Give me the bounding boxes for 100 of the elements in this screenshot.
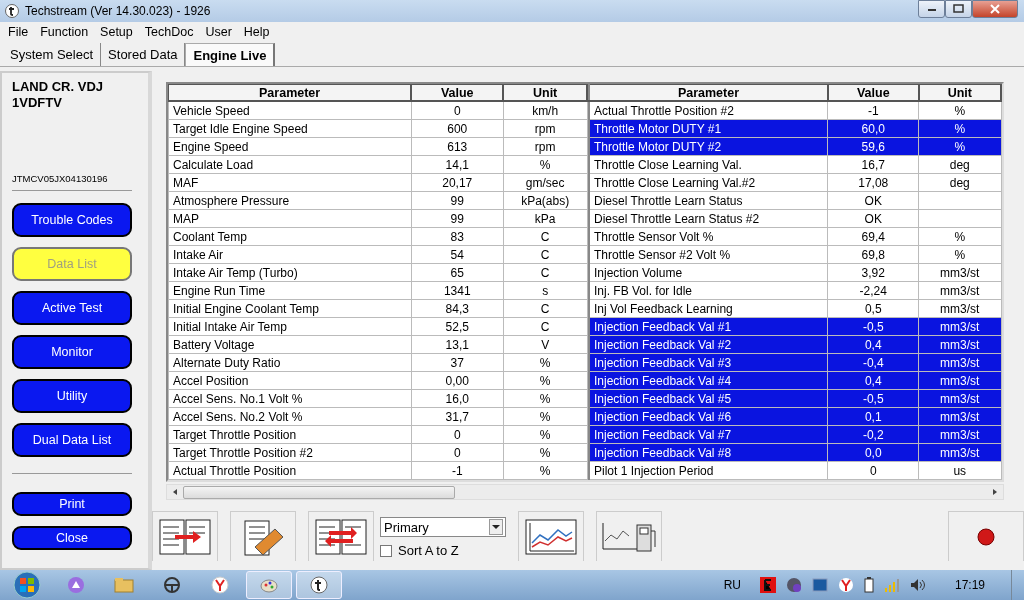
parameter-value: 17,08: [858, 175, 889, 190]
dropdown[interactable]: Primary: [380, 517, 506, 537]
parameter-unit: %: [954, 139, 966, 154]
menu-item[interactable]: File: [2, 25, 35, 39]
parameter-value: 600: [447, 121, 468, 136]
parameter-name: Calculate Load: [173, 157, 254, 172]
parameter-unit: rpm: [534, 121, 556, 136]
column-header[interactable]: Unit: [918, 84, 1001, 101]
parameter-name: Accel Position: [173, 373, 249, 388]
parameter-name: Intake Air: [173, 247, 224, 262]
parameter-value: 84,3: [445, 301, 469, 316]
parameter-unit: s: [542, 283, 549, 298]
parameter-name: Battery Voltage: [173, 337, 255, 352]
parameter-unit: C: [540, 229, 550, 244]
app-logo-icon: [5, 4, 19, 18]
parameter-unit: C: [540, 319, 550, 334]
parameter-unit: mm3/st: [940, 427, 980, 442]
parameter-unit: %: [954, 103, 966, 118]
column-header[interactable]: Parameter: [589, 84, 828, 101]
parameter-unit: %: [539, 427, 551, 442]
menu-item[interactable]: Setup: [94, 25, 139, 39]
parameter-value: 0,0: [864, 445, 882, 460]
parameter-value: 65: [450, 265, 464, 280]
clock[interactable]: 17:19: [954, 578, 985, 592]
parameter-name: Intake Air Temp (Turbo): [173, 265, 298, 280]
graph-fuel-pump-icon[interactable]: [596, 511, 662, 561]
parameter-name: Vehicle Speed: [173, 103, 250, 118]
parameter-value: 54: [450, 247, 464, 262]
parameter-name: Target Idle Engine Speed: [173, 121, 308, 136]
column-header[interactable]: Value: [827, 84, 919, 101]
sidebar-button[interactable]: Print: [12, 492, 132, 516]
menu-item[interactable]: Help: [237, 25, 276, 39]
menu-item[interactable]: Function: [34, 25, 95, 39]
parameter-name: Alternate Duty Ratio: [173, 355, 281, 370]
app-logo-icon[interactable]: [296, 571, 342, 599]
sidebar-button[interactable]: Close: [12, 526, 132, 550]
parameter-name: Engine Run Time: [173, 283, 266, 298]
language-indicator[interactable]: RU: [723, 578, 741, 592]
parameter-unit: mm3/st: [940, 265, 980, 280]
parameter-name: Throttle Close Learning Val.#2: [594, 175, 756, 190]
close-button[interactable]: [972, 0, 1018, 18]
parameter-name: Initial Engine Coolant Temp: [173, 301, 319, 316]
sidebar-button[interactable]: Trouble Codes: [12, 203, 132, 237]
parameter-unit: km/h: [532, 103, 559, 118]
start-button[interactable]: [10, 571, 44, 599]
parameter-unit: C: [540, 265, 550, 280]
checkbox[interactable]: [380, 544, 392, 557]
column-header[interactable]: Parameter: [168, 84, 412, 101]
parameter-value: 0: [453, 445, 461, 460]
parameter-value: 16,0: [445, 391, 469, 406]
sidebar-button[interactable]: Dual Data List: [12, 423, 132, 457]
minimize-button[interactable]: [918, 0, 945, 18]
list-export-icon[interactable]: [152, 511, 218, 561]
parameter-value: 0,5: [864, 301, 882, 316]
parameter-unit: %: [954, 229, 966, 244]
sidebar-button[interactable]: Monitor: [12, 335, 132, 369]
parameter-name: Throttle Motor DUTY #2: [594, 139, 722, 154]
parameter-unit: kPa(abs): [521, 193, 570, 208]
parameter-unit: mm3/st: [940, 445, 980, 460]
parameter-value: 0: [869, 463, 877, 478]
parameter-value: 20,17: [442, 175, 473, 190]
parameter-value: -1: [867, 103, 879, 118]
parameter-name: Throttle Sensor Volt %: [594, 229, 714, 244]
parameter-name: Inj. FB Vol. for Idle: [594, 283, 693, 298]
parameter-value: 0,4: [864, 337, 882, 352]
parameter-unit: rpm: [534, 139, 556, 154]
parameter-name: Injection Feedback Val #4: [594, 373, 732, 388]
list-eraser-icon[interactable]: [230, 511, 296, 561]
parameter-value: 37: [450, 355, 464, 370]
parameter-name: Accel Sens. No.1 Volt %: [173, 391, 303, 406]
scroll-right-icon[interactable]: [991, 488, 999, 496]
parameter-name: Target Throttle Position #2: [173, 445, 313, 460]
parameter-name: Engine Speed: [173, 139, 249, 154]
parameter-value: 69,8: [861, 247, 885, 262]
parameter-name: Injection Feedback Val #8: [594, 445, 732, 460]
menu-item[interactable]: User: [199, 25, 238, 39]
parameter-value: 31,7: [445, 409, 469, 424]
maximize-button[interactable]: [945, 0, 972, 18]
sidebar-button[interactable]: Utility: [12, 379, 132, 413]
vehicle-model: LAND CR. VDJ: [11, 79, 104, 95]
tab[interactable]: Engine Live: [185, 43, 276, 66]
sidebar-button[interactable]: Active Test: [12, 291, 132, 325]
parameter-value: 52,5: [445, 319, 469, 334]
parameter-name: MAP: [173, 211, 199, 226]
parameter-name: Injection Feedback Val #5: [594, 391, 732, 406]
column-header[interactable]: Value: [411, 84, 504, 101]
checkbox-label: Sort A to Z: [398, 543, 459, 558]
parameter-unit: C: [540, 301, 550, 316]
parameter-unit: %: [954, 121, 966, 136]
line-graph-icon[interactable]: [518, 511, 584, 561]
column-header[interactable]: Unit: [503, 84, 587, 101]
parameter-unit: mm3/st: [940, 355, 980, 370]
menu-item[interactable]: TechDoc: [138, 25, 200, 39]
record-button[interactable]: [948, 511, 1024, 561]
close-icon: [989, 4, 1001, 14]
horizontal-scrollbar[interactable]: [166, 484, 1004, 500]
scroll-left-icon[interactable]: [171, 488, 179, 496]
parameter-name: MAF: [173, 175, 199, 190]
record-icon: [976, 526, 996, 547]
swap-lists-icon[interactable]: [308, 511, 374, 561]
